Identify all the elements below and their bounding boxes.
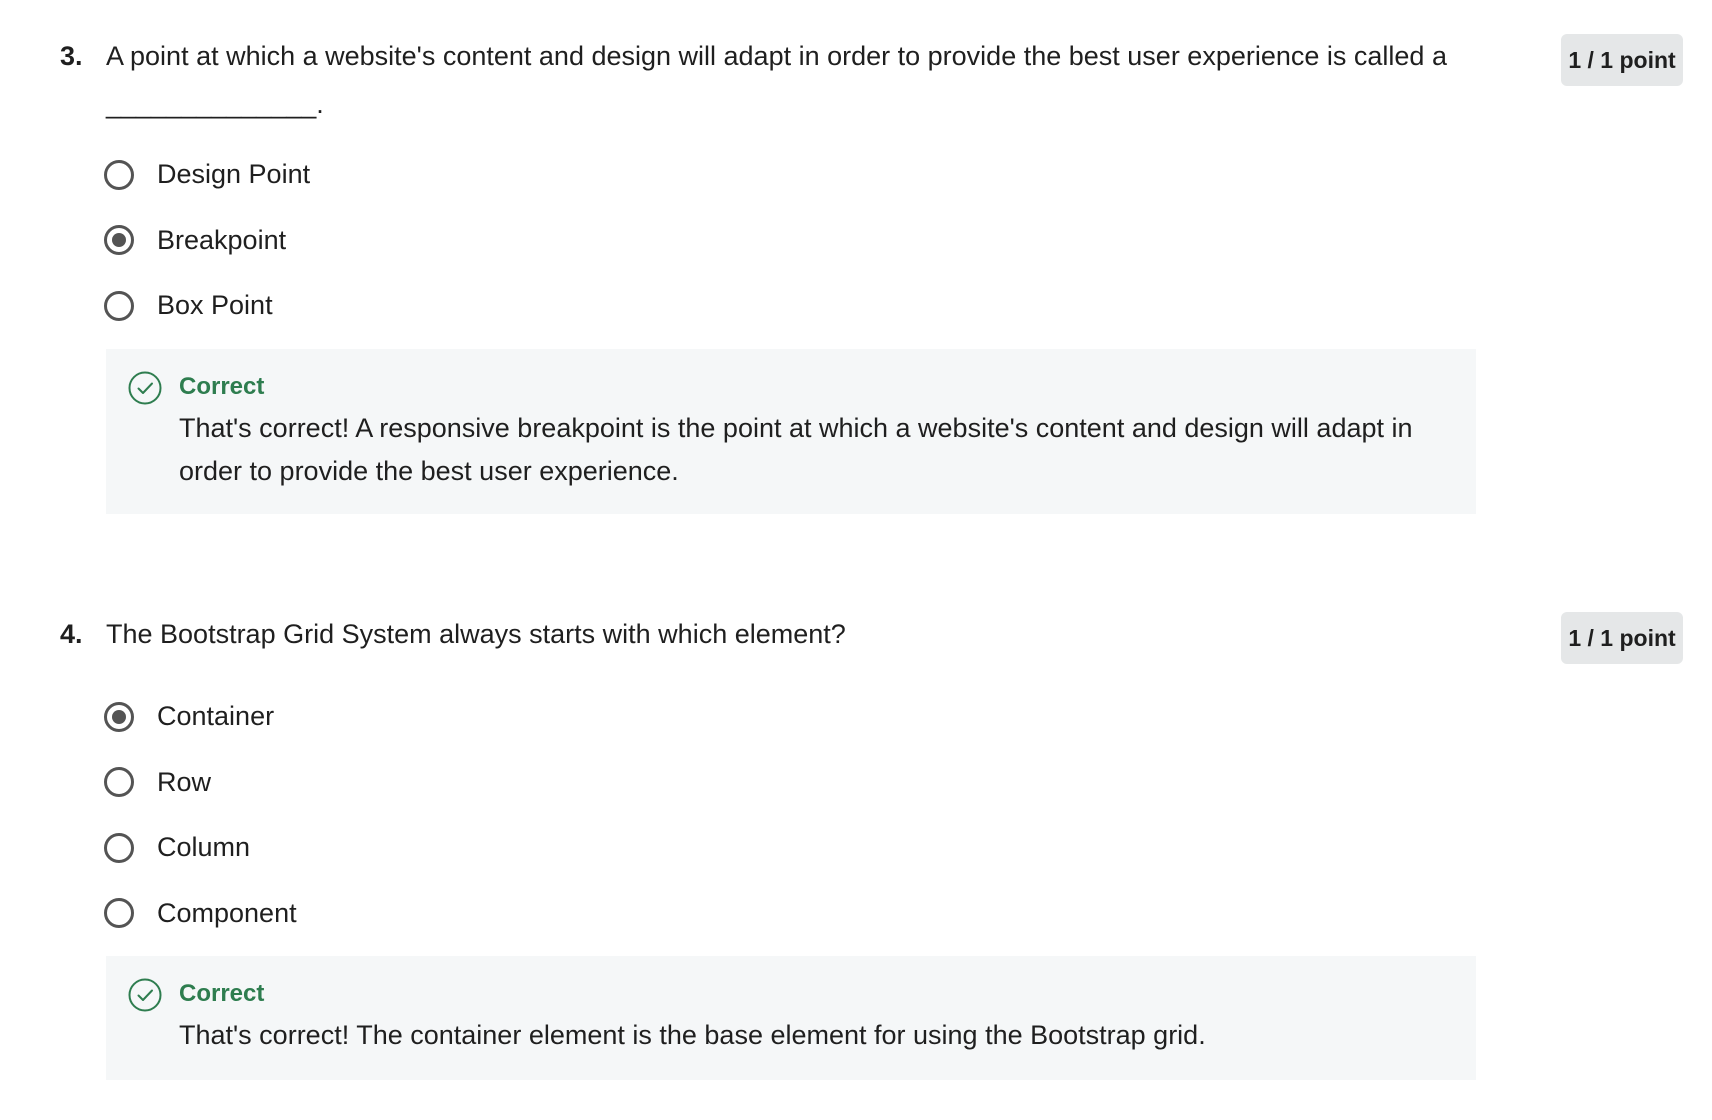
points-badge: 1 / 1 point bbox=[1561, 612, 1683, 664]
option-breakpoint[interactable]: Breakpoint bbox=[104, 208, 310, 274]
radio-button[interactable] bbox=[104, 898, 134, 929]
feedback-panel: Correct That's correct! A responsive bre… bbox=[106, 349, 1476, 514]
radio-button[interactable] bbox=[104, 832, 134, 863]
points-badge: 1 / 1 point bbox=[1561, 34, 1683, 86]
option-label: Column bbox=[157, 832, 251, 863]
feedback-panel: Correct That's correct! The container el… bbox=[106, 956, 1476, 1080]
option-label: Component bbox=[157, 897, 297, 928]
option-container[interactable]: Container bbox=[104, 684, 297, 750]
radio-button-selected[interactable] bbox=[104, 701, 134, 732]
radio-button[interactable] bbox=[104, 159, 134, 190]
check-circle-icon bbox=[128, 978, 162, 1012]
option-box-point[interactable]: Box Point bbox=[104, 273, 310, 339]
question-number: 3. bbox=[60, 41, 83, 71]
radio-button-selected[interactable] bbox=[104, 225, 134, 256]
feedback-text: That's correct! A responsive breakpoint … bbox=[179, 413, 1413, 486]
answer-options: Design Point Breakpoint Box Point bbox=[104, 142, 310, 339]
question-prompt: The Bootstrap Grid System always starts … bbox=[106, 619, 846, 649]
feedback-text: That's correct! The container element is… bbox=[179, 1020, 1206, 1050]
question-text: A point at which a website's content and… bbox=[106, 32, 1476, 128]
radio-button[interactable] bbox=[104, 290, 134, 321]
question-text: The Bootstrap Grid System always starts … bbox=[106, 610, 1476, 658]
question-number: 4. bbox=[60, 619, 83, 649]
option-label: Container bbox=[157, 701, 275, 732]
option-label: Design Point bbox=[157, 159, 311, 190]
question-prompt: A point at which a website's content and… bbox=[106, 41, 1447, 71]
question-blank: ______________. bbox=[106, 89, 324, 119]
option-label: Row bbox=[157, 766, 212, 797]
option-row[interactable]: Row bbox=[104, 750, 297, 816]
option-label: Box Point bbox=[157, 290, 273, 321]
feedback-status: Correct bbox=[179, 980, 265, 1007]
option-design-point[interactable]: Design Point bbox=[104, 142, 310, 208]
answer-options: Container Row Column Component bbox=[104, 684, 297, 946]
option-label: Breakpoint bbox=[157, 224, 287, 255]
option-column[interactable]: Column bbox=[104, 815, 297, 881]
feedback-status: Correct bbox=[179, 373, 265, 400]
option-component[interactable]: Component bbox=[104, 881, 297, 947]
check-circle-icon bbox=[128, 371, 162, 405]
radio-button[interactable] bbox=[104, 767, 134, 798]
